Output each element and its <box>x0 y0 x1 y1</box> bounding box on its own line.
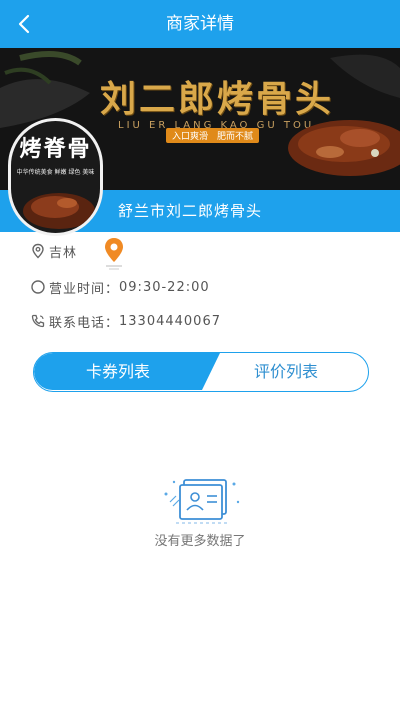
tab-coupon-list[interactable]: 卡券列表 <box>34 353 220 390</box>
page-title: 商家详情 <box>166 14 234 34</box>
phone-icon <box>31 314 45 328</box>
phone-number[interactable]: 13304440067 <box>119 314 221 329</box>
hours-label: 营业时间： <box>49 281 120 297</box>
logo-food-image <box>23 193 95 229</box>
tab-review-list[interactable]: 评价列表 <box>202 353 368 390</box>
list-tab-switcher: 卡券列表 评价列表 <box>33 352 369 392</box>
location-pin-icon <box>32 243 44 259</box>
top-nav-bar: 商家详情 <box>0 0 400 48</box>
grilled-bone-image <box>288 120 400 176</box>
location-row: 吉林 <box>30 240 77 262</box>
logo-subtitle: 中华传统美食 鲜嫩 绿色 美味 <box>16 169 95 176</box>
phone-row[interactable]: 联系电话： 13304440067 <box>30 310 221 332</box>
logo-text: 烤脊骨 <box>19 136 92 162</box>
hours-row: 营业时间： 09:30-22:00 <box>30 276 210 298</box>
merchant-name: 舒兰市刘二郎烤骨头 <box>118 202 263 220</box>
banner-tagline: 入口爽滑 肥而不腻 <box>166 128 260 143</box>
merchant-logo: 烤脊骨 中华传统美食 鲜嫩 绿色 美味 <box>8 118 103 236</box>
phone-label: 联系电话： <box>49 315 120 331</box>
map-navigation-icon[interactable] <box>100 236 128 272</box>
empty-state-text: 没有更多数据了 <box>154 534 246 549</box>
clock-icon <box>31 280 45 294</box>
hours-value: 09:30-22:00 <box>119 279 210 295</box>
empty-card-icon <box>164 479 240 524</box>
location-text: 吉林 <box>49 245 78 261</box>
